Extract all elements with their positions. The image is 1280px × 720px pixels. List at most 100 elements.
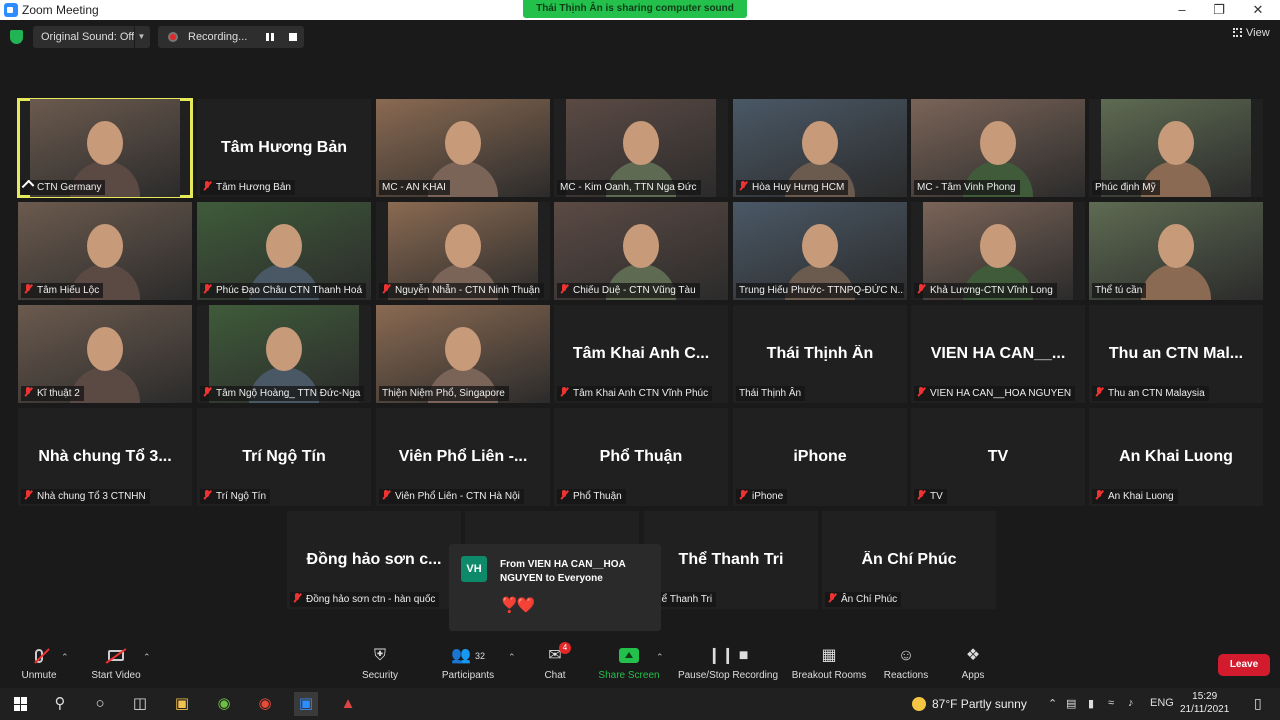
pin-icon [21, 180, 35, 193]
windows-start-icon[interactable] [14, 697, 28, 711]
mic-muted-icon [24, 387, 32, 397]
chat-unread-badge: 4 [559, 642, 571, 654]
breakout-rooms-label: Breakout Rooms [791, 670, 867, 681]
mic-muted-icon [917, 387, 925, 397]
participant-tile[interactable]: TV TV [911, 408, 1085, 506]
participants-label: Participants [441, 670, 495, 681]
participant-display-name: iPhone [793, 448, 847, 465]
participant-tile[interactable]: Thể Thanh Tri Thể Thanh Tri [644, 511, 818, 609]
reactions-button[interactable]: ☺ Reactions [880, 645, 932, 687]
chat-sender: From VIEN HA CAN__HOA NGUYEN to Everyone [500, 559, 626, 584]
participant-tile[interactable]: Chiếu Duệ - CTN Vũng Tàu [554, 202, 728, 300]
participant-name: Hòa Huy Hưng HCM [752, 182, 845, 193]
participant-tile[interactable]: An Khai Luong An Khai Luong [1089, 408, 1263, 506]
participant-tile[interactable]: Khả Lương-CTN Vĩnh Long [911, 202, 1085, 300]
participant-tile[interactable]: Trí Ngộ Tín Trí Ngộ Tín [197, 408, 371, 506]
participant-name: MC - Kim Oanh, TTN Nga Đức [560, 182, 697, 193]
share-options-chevron-icon[interactable]: ⌃ [656, 652, 664, 663]
mic-muted-icon [1095, 490, 1103, 500]
breakout-rooms-button[interactable]: ▦ Breakout Rooms [790, 645, 868, 687]
language-indicator[interactable]: ENG [1150, 697, 1174, 709]
tray-chevron-icon[interactable]: ⌃ [1048, 697, 1057, 710]
battery-icon[interactable]: ▮ [1088, 697, 1094, 710]
mic-muted-icon [1095, 387, 1103, 397]
weather-widget[interactable]: 87°F Partly sunny [912, 697, 1027, 711]
start-video-button[interactable]: Start Video [88, 645, 144, 687]
participant-name-label: CTN Germany [21, 180, 106, 195]
participant-name-label: MC - Tâm Vinh Phong [914, 180, 1020, 195]
participant-tile[interactable]: CTN Germany [17, 98, 193, 198]
participant-tile[interactable]: Hòa Huy Hưng HCM [733, 99, 907, 197]
chat-notification[interactable]: VH From VIEN HA CAN__HOA NGUYEN to Every… [449, 544, 661, 631]
participant-tile[interactable]: Nguyễn Nhẫn - CTN Ninh Thuận [376, 202, 550, 300]
file-explorer-icon[interactable]: ▣ [170, 692, 194, 716]
share-screen-icon [619, 648, 639, 663]
smiley-icon: ☺ [897, 647, 915, 664]
notifications-icon[interactable]: ▯ [1254, 695, 1262, 712]
participant-name-label: Đồng hảo sơn ctn - hàn quốc [290, 592, 440, 607]
unmute-button[interactable]: Unmute [14, 645, 64, 687]
participant-name-label: Trí Ngộ Tín [200, 489, 271, 504]
pause-stop-recording-button[interactable]: ❙❙ ■ Pause/Stop Recording [676, 645, 780, 687]
participant-name-label: MC - Kim Oanh, TTN Nga Đức [557, 180, 701, 195]
participants-chevron-icon[interactable]: ⌃ [508, 652, 516, 663]
participant-tile[interactable]: Thể tú cần [1089, 202, 1263, 300]
audio-options-chevron-icon[interactable]: ⌃ [61, 652, 69, 663]
participant-tile[interactable]: Tâm Hương Bản Tâm Hương Bản [197, 99, 371, 197]
participant-name: iPhone [752, 491, 784, 502]
participant-tile[interactable]: Nhà chung Tổ 3... Nhà chung Tổ 3 CTNHN [18, 408, 192, 506]
participant-tile[interactable]: Thu an CTN Mal... Thu an CTN Malaysia [1089, 305, 1263, 403]
mic-muted-icon [24, 284, 32, 294]
security-button[interactable]: ⛨ Security [355, 645, 405, 687]
wifi-icon[interactable]: ≈ [1108, 697, 1114, 709]
participant-name-label: Tâm Ngộ Hoàng_ TTN Đức-Nga [200, 386, 365, 401]
participant-tile[interactable]: MC - AN KHAI [376, 99, 550, 197]
app-red-icon[interactable]: ▲ [336, 692, 360, 716]
participant-name: Thể tú cần [1095, 285, 1143, 296]
search-icon[interactable]: ⚲ [48, 692, 72, 716]
participants-button[interactable]: 👥 32 Participants [435, 645, 501, 687]
share-screen-button[interactable]: Share Screen [597, 645, 661, 687]
participant-display-name: Tâm Khai Anh C... [572, 345, 710, 362]
participant-name-label: Khả Lương-CTN Vĩnh Long [914, 283, 1057, 298]
network-icon[interactable]: ▤ [1066, 697, 1076, 710]
participant-tile[interactable]: iPhone iPhone [733, 408, 907, 506]
participant-name-label: TV [914, 489, 947, 504]
clock[interactable]: 15:29 21/11/2021 [1180, 690, 1229, 716]
mic-muted-icon [560, 490, 568, 500]
participant-name-label: VIEN HA CAN__HOA NGUYEN [914, 386, 1076, 401]
participant-tile[interactable]: Phúc định Mỹ [1089, 99, 1263, 197]
leave-button[interactable]: Leave [1218, 654, 1270, 676]
participant-tile[interactable]: VIEN HA CAN__... VIEN HA CAN__HOA NGUYEN [911, 305, 1085, 403]
participant-name: Thiện Niệm Phổ, Singapore [382, 388, 505, 399]
participant-name: An Khai Luong [1108, 491, 1174, 502]
participant-tile[interactable]: Tâm Khai Anh C... Tâm Khai Anh CTN Vĩnh P… [554, 305, 728, 403]
participant-tile[interactable]: Ân Chí Phúc Ân Chí Phúc [822, 511, 996, 609]
participant-tile[interactable]: Thái Thịnh Ân Thái Thịnh Ân [733, 305, 907, 403]
cortana-icon[interactable]: ○ [88, 692, 112, 716]
participant-tile[interactable]: Phổ Thuận Phổ Thuận [554, 408, 728, 506]
participant-tile[interactable]: Trung Hiếu Phước- TTNPQ-ĐỨC N... [733, 202, 907, 300]
participant-tile[interactable]: Phúc Đạo Châu CTN Thanh Hoá [197, 202, 371, 300]
participant-display-name: Thể Thanh Tri [678, 551, 784, 568]
app-green-icon[interactable]: ◉ [212, 692, 236, 716]
chrome-icon[interactable]: ◉ [253, 692, 277, 716]
mic-muted-icon [917, 490, 925, 500]
participant-tile[interactable]: Tâm Ngộ Hoàng_ TTN Đức-Nga [197, 305, 371, 403]
participant-tile[interactable]: Viên Phổ Liên -... Viên Phổ Liên - CTN Hà… [376, 408, 550, 506]
participant-tile[interactable]: MC - Tâm Vinh Phong [911, 99, 1085, 197]
chat-label: Chat [544, 670, 566, 681]
zoom-taskbar-icon[interactable]: ▣ [294, 692, 318, 716]
participant-name-label: iPhone [736, 489, 788, 504]
volume-icon[interactable]: ♪ [1128, 697, 1134, 709]
task-view-icon[interactable]: ◫ [128, 692, 152, 716]
participant-tile[interactable]: Tâm Hiếu Lộc [18, 202, 192, 300]
participant-name: Tâm Hương Bản [216, 182, 291, 193]
participant-tile[interactable]: Kĩ thuật 2 [18, 305, 192, 403]
video-options-chevron-icon[interactable]: ⌃ [143, 652, 151, 663]
apps-button[interactable]: ❖ Apps [953, 645, 993, 687]
participant-tile[interactable]: Đồng hảo sơn c... Đồng hảo sơn ctn - hàn … [287, 511, 461, 609]
participant-tile[interactable]: MC - Kim Oanh, TTN Nga Đức [554, 99, 728, 197]
participant-tile[interactable]: Thiện Niệm Phổ, Singapore [376, 305, 550, 403]
participant-name-label: Nguyễn Nhẫn - CTN Ninh Thuận [379, 283, 544, 298]
